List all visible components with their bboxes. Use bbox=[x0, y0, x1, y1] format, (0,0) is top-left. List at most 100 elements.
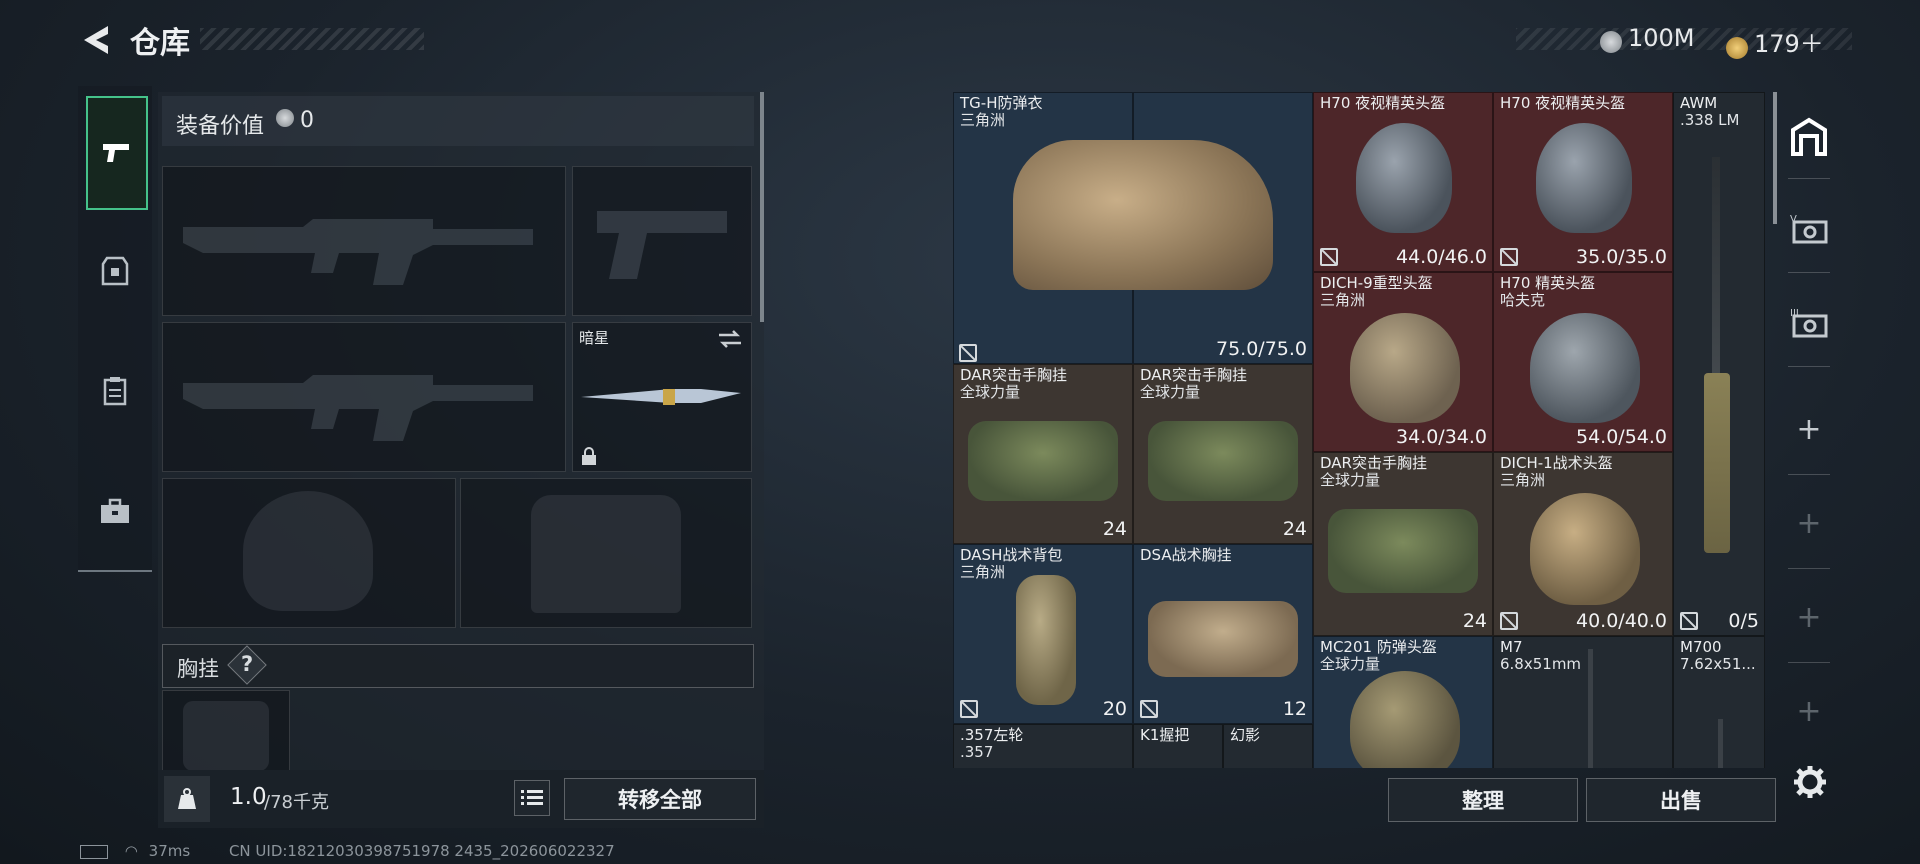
transfer-all-button[interactable]: 转移全部 bbox=[564, 778, 756, 820]
tab-all[interactable] bbox=[1778, 116, 1840, 156]
helmet-image bbox=[1350, 313, 1460, 423]
item-cell[interactable]: H70 夜视精英头盔 35.0/35.0 bbox=[1493, 92, 1673, 272]
uid-text: CN UID:18212030398751978 2435_2026060223… bbox=[228, 842, 615, 860]
helmet-image bbox=[1530, 313, 1640, 423]
swap-icon[interactable] bbox=[717, 329, 743, 349]
currency-1: 100M bbox=[1600, 24, 1695, 53]
svg-text:III: III bbox=[1790, 308, 1799, 319]
plus-icon: + bbox=[1796, 600, 1822, 635]
item-cell[interactable]: MC201 防弹头盔 全球力量 bbox=[1313, 636, 1493, 768]
silver-coin-icon bbox=[1600, 30, 1622, 53]
secondary-weapon-slot[interactable] bbox=[162, 322, 566, 472]
chevron-left-icon bbox=[84, 26, 108, 54]
item-cell[interactable]: DSA战术胸挂 12 bbox=[1133, 544, 1313, 724]
primary-weapon-slot[interactable] bbox=[162, 166, 566, 316]
item-cell[interactable]: K1握把 bbox=[1133, 724, 1223, 768]
item-cell[interactable]: DAR突击手胸挂 全球力量 24 bbox=[1133, 364, 1313, 544]
rifle-silhouette-icon bbox=[183, 219, 533, 285]
warehouse-grid: TG-H防弹衣 三角洲 75.0/75.0 H70 夜视精英头盔 44.0/46… bbox=[953, 92, 1765, 768]
sidebar-tab-rig[interactable] bbox=[86, 336, 144, 446]
item-cell[interactable]: H70 精英头盔 哈夫克 54.0/54.0 bbox=[1493, 272, 1673, 452]
durability-icon bbox=[1500, 612, 1518, 630]
add-storage-button-locked[interactable]: + bbox=[1778, 600, 1840, 635]
durability-icon bbox=[1320, 248, 1338, 266]
sort-button[interactable]: 整理 bbox=[1388, 778, 1578, 822]
rifle-stock-image bbox=[1704, 373, 1730, 553]
pistol-silhouette-icon bbox=[597, 211, 727, 279]
gold-coin-icon bbox=[1726, 36, 1748, 59]
loadout-footer: 1.0 /78千克 转移全部 bbox=[158, 770, 764, 828]
chest-rig-slot[interactable] bbox=[162, 690, 290, 772]
helmet-image bbox=[1356, 123, 1452, 233]
item-cell[interactable]: DICH-9重型头盔 三角洲 34.0/34.0 bbox=[1313, 272, 1493, 452]
rifle-silhouette-icon bbox=[183, 375, 533, 441]
chest-rig-image bbox=[968, 421, 1118, 501]
item-cell[interactable]: DAR突击手胸挂 全球力量 24 bbox=[953, 364, 1133, 544]
add-storage-button-locked[interactable]: + bbox=[1778, 694, 1840, 729]
body-armor-image bbox=[1013, 140, 1273, 290]
svg-text:V: V bbox=[1790, 214, 1797, 225]
plus-icon: + bbox=[1796, 694, 1822, 729]
tab-storage-1[interactable]: V bbox=[1778, 212, 1840, 246]
durability-icon bbox=[1680, 612, 1698, 630]
silver-coin-icon bbox=[276, 109, 294, 127]
clipboard-icon bbox=[103, 377, 127, 406]
page-title: 仓库 bbox=[130, 26, 190, 61]
warehouse-scrollbar[interactable] bbox=[1773, 92, 1777, 224]
sidebar-tab-armor[interactable] bbox=[86, 216, 144, 326]
armor-icon bbox=[101, 256, 129, 286]
durability-icon bbox=[959, 344, 977, 362]
backpack-image bbox=[1016, 575, 1076, 705]
plus-icon: + bbox=[1796, 506, 1822, 541]
sidebar-tab-weapons[interactable] bbox=[86, 96, 148, 210]
settings-button[interactable] bbox=[1792, 764, 1828, 804]
knife-icon bbox=[581, 389, 741, 405]
helmet-image bbox=[1536, 123, 1632, 233]
plus-icon: + bbox=[1796, 412, 1822, 447]
rifle-image bbox=[1718, 719, 1723, 768]
tab-storage-2[interactable]: III bbox=[1778, 306, 1840, 340]
back-button[interactable] bbox=[78, 22, 114, 58]
durability-icon bbox=[1140, 700, 1158, 718]
armor-slot[interactable] bbox=[460, 478, 752, 628]
helmet-image bbox=[1350, 671, 1460, 768]
item-cell[interactable]: DASH战术背包 三角洲 20 bbox=[953, 544, 1133, 724]
item-cell[interactable]: .357左轮 .357 bbox=[953, 724, 1133, 768]
warehouse-tabs: V III + + + + bbox=[1778, 92, 1840, 772]
add-storage-button[interactable]: + bbox=[1778, 412, 1840, 447]
item-cell[interactable]: M7 6.8x51mm bbox=[1493, 636, 1673, 768]
chest-rig-image bbox=[1148, 421, 1298, 501]
weight-icon bbox=[164, 776, 210, 822]
wifi-icon: ◠ bbox=[124, 842, 138, 860]
list-icon bbox=[521, 790, 543, 805]
item-cell[interactable]: H70 夜视精英头盔 44.0/46.0 bbox=[1313, 92, 1493, 272]
melee-slot[interactable]: 暗星 bbox=[572, 322, 752, 472]
add-storage-button-locked[interactable]: + bbox=[1778, 506, 1840, 541]
toolbox-icon bbox=[101, 498, 129, 523]
pistol-slot[interactable] bbox=[572, 166, 752, 316]
sell-button[interactable]: 出售 bbox=[1586, 778, 1776, 822]
battery-icon bbox=[80, 844, 108, 859]
pistol-icon bbox=[103, 144, 129, 162]
helmet-silhouette-icon bbox=[243, 491, 373, 611]
warehouse-icon bbox=[1791, 117, 1827, 156]
loadout-scrollbar[interactable] bbox=[760, 92, 764, 322]
title-decoration bbox=[200, 28, 424, 50]
gear-icon bbox=[1794, 766, 1826, 798]
chest-rig-image bbox=[1328, 509, 1478, 593]
item-cell[interactable]: DICH-1战术头盔 三角洲 40.0/40.0 bbox=[1493, 452, 1673, 636]
item-cell[interactable]: AWM .338 LM 0/5 bbox=[1673, 92, 1765, 636]
durability-icon bbox=[960, 700, 978, 718]
item-cell[interactable]: M700 7.62x51... bbox=[1673, 636, 1765, 768]
equipment-sidebar bbox=[78, 86, 152, 572]
item-cell[interactable]: DAR突击手胸挂 全球力量 24 bbox=[1313, 452, 1493, 636]
chest-rig-image bbox=[1148, 601, 1298, 677]
list-view-button[interactable] bbox=[514, 780, 550, 816]
status-bar: ◠ 37ms CN UID:18212030398751978 2435_202… bbox=[80, 842, 615, 860]
storage-case-icon: III bbox=[1790, 308, 1828, 338]
helmet-image bbox=[1530, 493, 1640, 605]
sidebar-tab-case[interactable] bbox=[86, 456, 144, 566]
item-cell[interactable]: 幻影 bbox=[1223, 724, 1313, 768]
lock-icon bbox=[582, 447, 596, 465]
helmet-slot[interactable] bbox=[162, 478, 456, 628]
